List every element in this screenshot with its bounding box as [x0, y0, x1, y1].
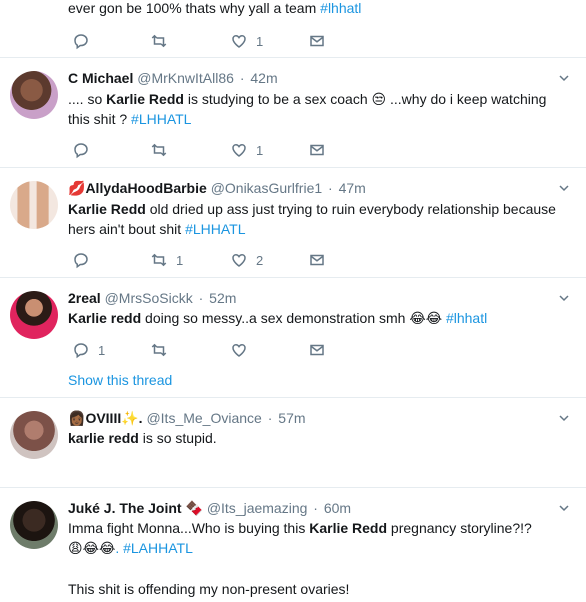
caret-down-icon[interactable] [558, 182, 570, 194]
avatar[interactable] [10, 501, 58, 549]
name-emoji: 👩🏾 [68, 410, 86, 426]
tweet-time[interactable]: 60m [324, 500, 351, 516]
like-icon [232, 253, 246, 267]
reply-button[interactable] [72, 31, 90, 51]
tweet-actions: 1 [68, 140, 368, 160]
user-name[interactable]: 2real [68, 290, 101, 306]
tweet-actions: 1 2 [68, 250, 368, 270]
tweet-item[interactable]: ever gon be 100% thats why yall a team #… [0, 0, 586, 58]
message-icon [310, 35, 324, 47]
hashtag-link[interactable]: #lhhatl [320, 0, 361, 16]
tweet-actions: 1 [68, 340, 368, 360]
retweet-icon [151, 34, 167, 48]
like-icon [232, 343, 246, 357]
reply-icon [74, 253, 88, 269]
caret-down-icon[interactable] [558, 412, 570, 424]
like-count: 2 [256, 252, 264, 268]
like-icon [232, 34, 246, 48]
tweet-text: Karlie Redd old dried up ass just trying… [68, 201, 556, 237]
caret-down-icon[interactable] [558, 502, 570, 514]
message-icon [310, 254, 324, 266]
message-button[interactable] [308, 31, 326, 51]
user-handle[interactable]: @Its_jaemazing [207, 500, 308, 516]
tweet-text: Imma fight Monna...Who is buying this Ka… [68, 520, 532, 556]
tweet-feed: ever gon be 100% thats why yall a team #… [0, 0, 586, 602]
hashtag-link[interactable]: . #LAHHATL [115, 540, 193, 556]
retweet-icon [151, 253, 167, 267]
retweet-button[interactable]: 1 [150, 250, 183, 270]
avatar[interactable] [10, 411, 58, 459]
tweet-item[interactable]: 👩🏾OVIIII✨. @Its_Me_Oviance · 57m karlie … [0, 398, 586, 488]
tweet-text: .... so Karlie Redd is studying to be a … [68, 91, 547, 127]
reply-button[interactable] [72, 250, 90, 270]
like-icon [232, 143, 246, 157]
tweet-text: ever gon be 100% thats why yall a team #… [68, 0, 362, 16]
avatar[interactable] [10, 71, 58, 119]
name-emoji: 💋 [68, 180, 86, 196]
retweet-icon [151, 343, 167, 357]
reply-icon [74, 34, 88, 50]
like-button[interactable]: 2 [230, 250, 263, 270]
hashtag-link[interactable]: #LHHATL [131, 111, 191, 127]
retweet-count: 1 [176, 252, 184, 268]
tweet-text: karlie redd is so stupid. [68, 430, 217, 446]
avatar[interactable] [10, 291, 58, 339]
tweet-header: 💋AllydaHoodBarbie @OnikasGurlfrie1 · 47m [68, 180, 366, 196]
tweet-text-line2: This shit is offending my non-present ov… [68, 581, 350, 597]
tweet-time[interactable]: 42m [250, 70, 277, 86]
tweet-actions: 1 [68, 31, 368, 51]
message-button[interactable] [308, 250, 326, 270]
tweet-header: C Michael @MrKnwItAll86 · 42m [68, 70, 278, 86]
reply-icon [74, 343, 88, 359]
tweet-item[interactable]: 2real @MrsSoSickk · 52m Karlie redd doin… [0, 278, 586, 398]
retweet-button[interactable] [150, 31, 168, 51]
like-button[interactable] [230, 340, 248, 360]
hashtag-link[interactable]: #lhhatl [442, 310, 487, 326]
message-icon [310, 344, 324, 356]
user-name[interactable]: C Michael [68, 70, 133, 86]
reply-button[interactable] [72, 140, 90, 160]
tweet-item[interactable]: Juké J. The Joint 🍫 @Its_jaemazing · 60m… [0, 488, 586, 602]
tweet-item[interactable]: C Michael @MrKnwItAll86 · 42m .... so Ka… [0, 58, 586, 168]
user-handle[interactable]: @MrsSoSickk [105, 290, 193, 306]
reply-button[interactable]: 1 [72, 340, 105, 360]
caret-down-icon[interactable] [558, 72, 570, 84]
tweet-item[interactable]: 💋AllydaHoodBarbie @OnikasGurlfrie1 · 47m… [0, 168, 586, 278]
user-handle[interactable]: @Its_Me_Oviance [146, 410, 261, 426]
tweet-header: 2real @MrsSoSickk · 52m [68, 290, 237, 306]
name-emoji: 🍫 [185, 500, 203, 516]
reply-count: 1 [98, 342, 106, 358]
retweet-button[interactable] [150, 140, 168, 160]
like-count: 1 [256, 33, 264, 49]
like-button[interactable]: 1 [230, 31, 263, 51]
tweet-header: 👩🏾OVIIII✨. @Its_Me_Oviance · 57m [68, 410, 306, 426]
name-emoji-sparkles: ✨ [121, 410, 139, 426]
user-name[interactable]: AllydaHoodBarbie [85, 180, 206, 196]
tweet-time[interactable]: 52m [209, 290, 236, 306]
like-button[interactable]: 1 [230, 140, 263, 160]
message-icon [310, 144, 324, 156]
caret-down-icon[interactable] [558, 292, 570, 304]
avatar[interactable] [10, 181, 58, 229]
tweet-time[interactable]: 47m [339, 180, 366, 196]
tweet-time[interactable]: 57m [278, 410, 305, 426]
retweet-button[interactable] [150, 340, 168, 360]
hashtag-link[interactable]: #LHHATL [185, 221, 245, 237]
tweet-text: Karlie redd doing so messy..a sex demons… [68, 310, 488, 326]
like-count: 1 [256, 142, 264, 158]
user-handle[interactable]: @OnikasGurlfrie1 [211, 180, 322, 196]
tweet-header: Juké J. The Joint 🍫 @Its_jaemazing · 60m [68, 500, 352, 516]
message-button[interactable] [308, 340, 326, 360]
user-name[interactable]: Juké J. The Joint [68, 500, 182, 516]
user-name[interactable]: OVIIII [85, 410, 121, 426]
reply-icon [74, 143, 88, 159]
message-button[interactable] [308, 140, 326, 160]
retweet-icon [151, 143, 167, 157]
user-handle[interactable]: @MrKnwItAll86 [137, 70, 234, 86]
show-thread-link[interactable]: Show this thread [68, 372, 172, 388]
